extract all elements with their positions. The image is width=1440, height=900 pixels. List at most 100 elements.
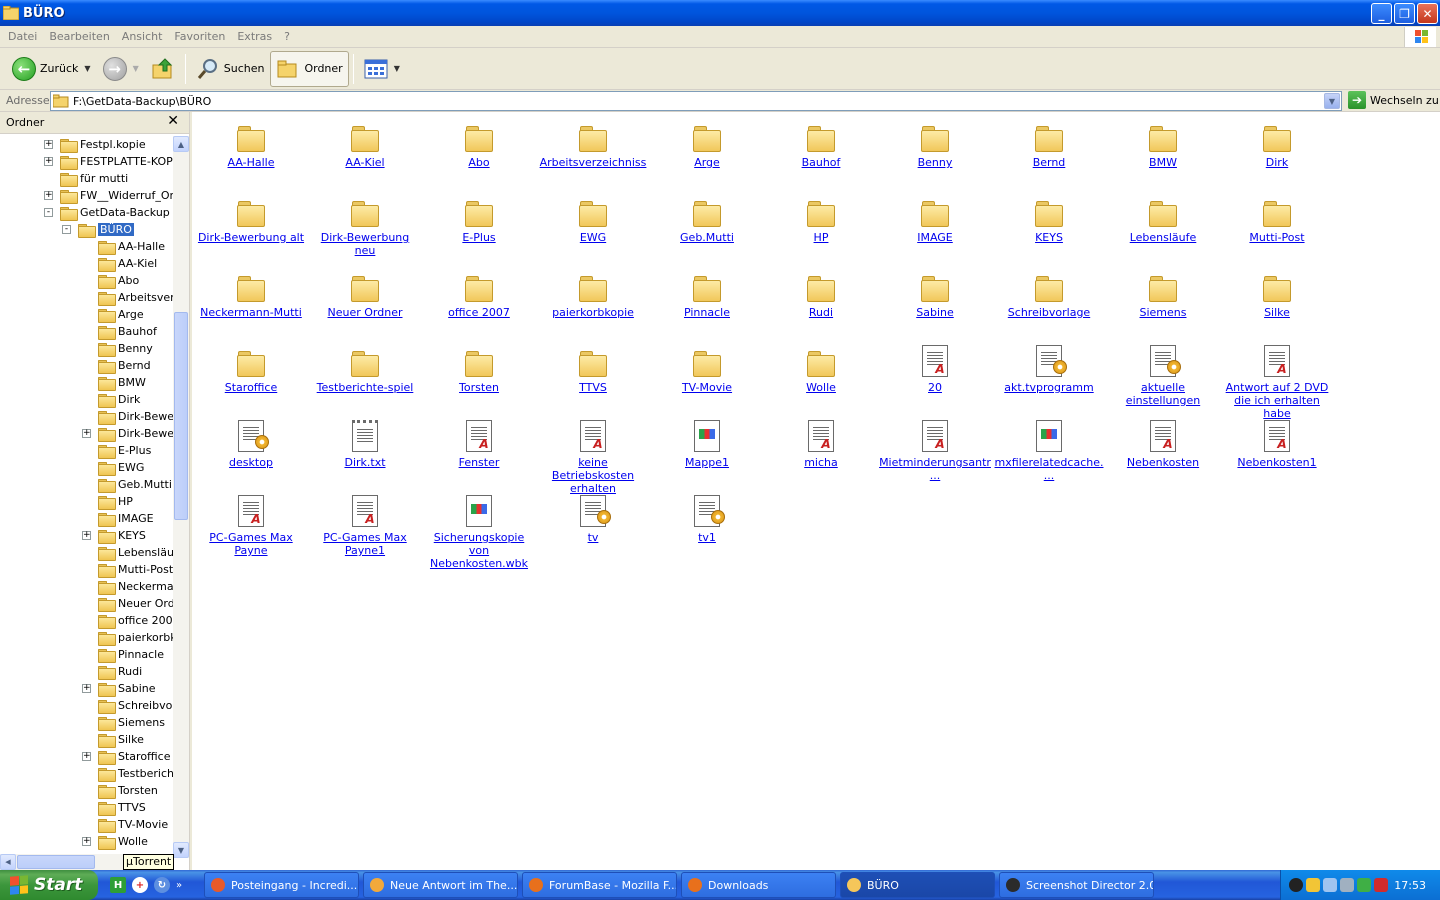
folder-item[interactable]: office 2007 — [422, 270, 536, 319]
folder-item[interactable]: Staroffice — [194, 345, 308, 394]
start-button[interactable]: Start — [0, 870, 98, 900]
tree-node[interactable]: TV-Movie — [98, 816, 168, 833]
back-button[interactable]: ← Zurück ▼ — [6, 51, 97, 87]
menu-bearbeiten[interactable]: Bearbeiten — [43, 30, 115, 43]
close-button[interactable]: ✕ — [1417, 3, 1438, 24]
folder-item[interactable]: IMAGE — [878, 195, 992, 244]
address-input[interactable]: F:\GetData-Backup\BÜRO ▼ — [50, 91, 1342, 111]
folder-item[interactable]: Neckermann-Mutti — [194, 270, 308, 319]
file-item[interactable]: desktop — [194, 420, 308, 469]
forward-dropdown-icon[interactable]: ▼ — [133, 64, 139, 73]
address-dropdown-icon[interactable]: ▼ — [1324, 93, 1340, 109]
tree-node[interactable]: Neuer Ordn — [98, 595, 174, 612]
views-dropdown-icon[interactable]: ▼ — [394, 64, 400, 73]
tree-node[interactable]: FW__Widerruf_Onl — [60, 187, 174, 204]
folder-item[interactable]: Dirk-Bewerbung alt — [194, 195, 308, 244]
views-button[interactable]: ▼ — [358, 51, 406, 87]
tree-node[interactable]: Arge — [98, 306, 144, 323]
tree-node[interactable]: HP — [98, 493, 133, 510]
tree-node[interactable]: EWG — [98, 459, 144, 476]
expand-icon[interactable]: + — [82, 531, 91, 540]
tree-node[interactable]: Staroffice — [98, 748, 171, 765]
scroll-thumb[interactable] — [174, 312, 188, 520]
tree-node[interactable]: Lebensläufe — [98, 544, 174, 561]
tree-node[interactable]: Dirk — [98, 391, 140, 408]
folder-item[interactable]: Sabine — [878, 270, 992, 319]
taskbar-button[interactable]: Posteingang - Incredi... — [204, 872, 359, 898]
folder-item[interactable]: EWG — [536, 195, 650, 244]
file-item[interactable]: A Nebenkosten — [1106, 420, 1220, 469]
folder-item[interactable]: Abo — [422, 120, 536, 169]
file-item[interactable]: A Nebenkosten1 — [1220, 420, 1334, 469]
tree-node[interactable]: E-Plus — [98, 442, 151, 459]
folder-item[interactable]: Geb.Mutti — [650, 195, 764, 244]
folder-item[interactable]: Wolle — [764, 345, 878, 394]
expand-icon[interactable]: + — [82, 684, 91, 693]
folder-item[interactable]: HP — [764, 195, 878, 244]
file-item[interactable]: tv1 — [650, 495, 764, 544]
restore-button[interactable]: ❐ — [1394, 3, 1415, 24]
folder-item[interactable]: Neuer Ordner — [308, 270, 422, 319]
file-item[interactable]: A PC-Games Max Payne — [194, 495, 308, 557]
tree-vertical-scrollbar[interactable]: ▲ ▼ — [173, 136, 189, 858]
folder-item[interactable]: Pinnacle — [650, 270, 764, 319]
file-item[interactable]: A PC-Games Max Payne1 — [308, 495, 422, 557]
tree-node[interactable]: paierkorbko — [98, 629, 174, 646]
tree-node[interactable]: Bernd — [98, 357, 151, 374]
folder-item[interactable]: Schreibvorlage — [992, 270, 1106, 319]
folder-item[interactable]: Torsten — [422, 345, 536, 394]
folder-item[interactable]: TV-Movie — [650, 345, 764, 394]
file-item[interactable]: Akeine Betriebskosten erhalten — [536, 420, 650, 495]
tree-node[interactable]: Testbericht — [98, 765, 174, 782]
back-dropdown-icon[interactable]: ▼ — [84, 64, 90, 73]
folder-item[interactable]: Rudi — [764, 270, 878, 319]
tree-node[interactable]: TTVS — [98, 799, 146, 816]
menu-datei[interactable]: Datei — [2, 30, 43, 43]
tree-node[interactable]: Dirk-Bewert — [98, 408, 174, 425]
minimize-button[interactable]: _ — [1371, 3, 1392, 24]
antivir-icon[interactable] — [1374, 878, 1388, 892]
file-item[interactable]: mxfilerelatedcache.... — [992, 420, 1106, 482]
tree-node[interactable]: IMAGE — [98, 510, 154, 527]
up-folder-button[interactable] — [145, 51, 181, 87]
tree-node[interactable]: KEYS — [98, 527, 146, 544]
tree-node[interactable]: AA-Kiel — [98, 255, 157, 272]
tree-node[interactable]: BMW — [98, 374, 146, 391]
tree-node[interactable]: Geb.Mutti — [98, 476, 172, 493]
folder-item[interactable]: Testberichte-spiel — [308, 345, 422, 394]
menu-favoriten[interactable]: Favoriten — [168, 30, 231, 43]
menu-extras[interactable]: Extras — [231, 30, 278, 43]
tree-node[interactable]: BÜRO — [78, 221, 134, 238]
folder-item[interactable]: E-Plus — [422, 195, 536, 244]
tree-node[interactable]: Mutti-Post — [98, 561, 173, 578]
tray-app-icon[interactable] — [1340, 878, 1354, 892]
file-item[interactable]: A Mietminderungsantr... — [878, 420, 992, 482]
tree-node[interactable]: Dirk-Bewert — [98, 425, 174, 442]
folder-item[interactable]: Siemens — [1106, 270, 1220, 319]
taskbar-button[interactable]: Downloads — [681, 872, 836, 898]
file-item[interactable]: Mappe1 — [650, 420, 764, 469]
tree-node[interactable]: AA-Halle — [98, 238, 165, 255]
tree-node[interactable]: Silke — [98, 731, 144, 748]
red-cross-icon[interactable]: + — [132, 877, 148, 893]
quicklaunch-more-icon[interactable]: » — [176, 880, 182, 891]
folder-item[interactable]: TTVS — [536, 345, 650, 394]
tree-node[interactable]: Wolle — [98, 833, 148, 850]
tree-node[interactable]: für mutti — [60, 170, 128, 187]
folder-item[interactable]: Benny — [878, 120, 992, 169]
file-item[interactable]: A Antwort auf 2 DVD die ich erhalten habe — [1220, 345, 1334, 420]
folder-item[interactable]: Arbeitsverzeichniss — [536, 120, 650, 169]
network-icon[interactable] — [1323, 878, 1337, 892]
skype-icon[interactable] — [1289, 878, 1303, 892]
file-item[interactable]: tv — [536, 495, 650, 544]
taskbar-button[interactable]: BÜRO — [840, 872, 995, 898]
scroll-up-icon[interactable]: ▲ — [173, 136, 189, 152]
folder-item[interactable]: AA-Halle — [194, 120, 308, 169]
scroll-down-icon[interactable]: ▼ — [173, 842, 189, 858]
folder-item[interactable]: AA-Kiel — [308, 120, 422, 169]
tree-node[interactable]: Rudi — [98, 663, 142, 680]
taskbar-button[interactable]: Screenshot Director 2.0 — [999, 872, 1154, 898]
app-h-icon[interactable]: H — [110, 877, 126, 893]
folder-item[interactable]: Dirk — [1220, 120, 1334, 169]
tree-node[interactable]: Bauhof — [98, 323, 157, 340]
